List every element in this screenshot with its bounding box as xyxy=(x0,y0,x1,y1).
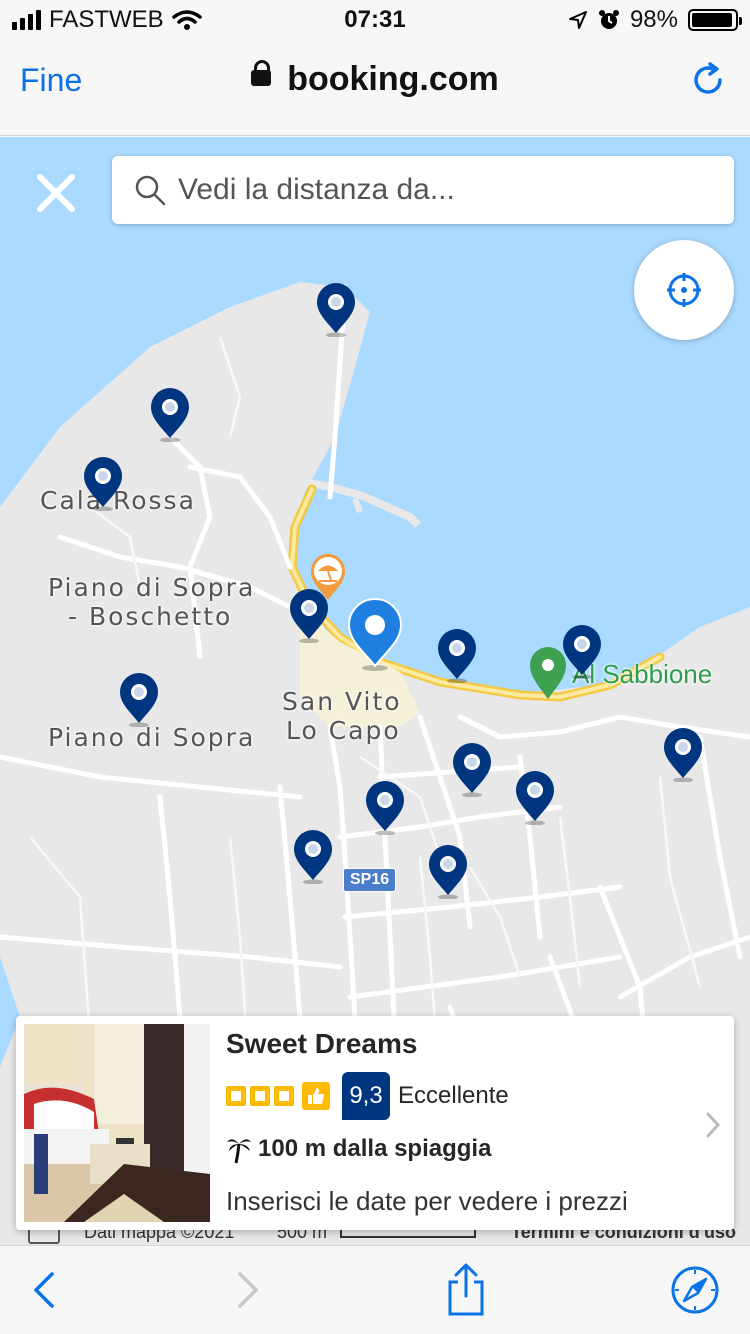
hotel-card[interactable]: Sweet Dreams 9,3 Eccellente 100 m dalla … xyxy=(16,1016,734,1230)
map-label-san-vito-2: Lo Capo xyxy=(286,716,401,745)
forward-button[interactable] xyxy=(218,1260,278,1320)
selected-map-pin-icon[interactable] xyxy=(346,597,404,671)
battery-percent: 98% xyxy=(629,6,678,33)
map-pin-icon[interactable] xyxy=(148,386,192,442)
thumbs-up-icon xyxy=(302,1082,330,1110)
back-icon xyxy=(34,1272,54,1308)
map-pin-icon[interactable] xyxy=(513,769,557,825)
browser-bar: Fine booking.com xyxy=(0,40,750,136)
map-pin-icon[interactable] xyxy=(81,455,125,511)
share-button[interactable] xyxy=(436,1260,496,1320)
status-bar: FASTWEB 07:31 98% xyxy=(0,0,750,40)
map-pin-icon[interactable] xyxy=(426,843,470,899)
star-icon xyxy=(226,1086,246,1106)
safari-button[interactable] xyxy=(665,1260,725,1320)
map-scale-bar xyxy=(340,1230,476,1238)
distance-search-input[interactable] xyxy=(178,173,718,207)
url-bar[interactable]: booking.com xyxy=(0,60,750,99)
map-pin-icon[interactable] xyxy=(117,671,161,727)
star-icon xyxy=(274,1086,294,1106)
location-arrow-icon xyxy=(568,11,587,29)
back-button[interactable] xyxy=(14,1260,74,1320)
review-score: 9,3 xyxy=(342,1072,390,1120)
locate-button[interactable] xyxy=(634,240,734,340)
rating-row: 9,3 Eccellente xyxy=(226,1072,509,1120)
review-score-word: Eccellente xyxy=(398,1082,509,1109)
share-icon xyxy=(448,1263,484,1316)
beach-distance-label: 100 m dalla spiaggia xyxy=(258,1135,492,1162)
chevron-right-icon[interactable] xyxy=(704,1110,722,1140)
map-pin-icon[interactable] xyxy=(287,587,331,643)
hotel-name[interactable]: Sweet Dreams xyxy=(226,1028,417,1060)
map-pin-icon[interactable] xyxy=(314,281,358,337)
battery-icon xyxy=(688,9,742,31)
map-label-piano-boschetto-1: Piano di Sopra xyxy=(48,573,256,602)
map-pin-icon[interactable] xyxy=(661,726,705,782)
reload-icon[interactable] xyxy=(688,60,728,100)
lock-icon xyxy=(251,60,272,87)
distance-search-box[interactable] xyxy=(112,156,734,224)
forward-icon xyxy=(238,1272,258,1308)
map-pin-icon[interactable] xyxy=(450,741,494,797)
hotel-photo[interactable] xyxy=(24,1024,210,1222)
battery-fill xyxy=(692,13,733,27)
status-right: 98% xyxy=(568,6,742,34)
map-label-san-vito-1: San Vito xyxy=(282,687,402,716)
browser-toolbar xyxy=(0,1245,750,1334)
map-pin-icon[interactable] xyxy=(560,623,604,679)
road-shield: SP16 xyxy=(343,868,397,892)
dates-hint: Inserisci le date per vedere i prezzi xyxy=(226,1186,628,1216)
close-icon[interactable] xyxy=(34,171,78,215)
star-icon xyxy=(250,1086,270,1106)
map-label-piano-boschetto-2: - Boschetto xyxy=(68,602,233,631)
crosshair-icon xyxy=(667,273,701,307)
map-pin-icon[interactable] xyxy=(363,779,407,835)
map-pin-icon[interactable] xyxy=(291,828,335,884)
palm-tree-icon xyxy=(227,1139,251,1164)
beach-distance: 100 m dalla spiaggia xyxy=(226,1134,491,1164)
map-pin-icon[interactable] xyxy=(435,627,479,683)
url-text: booking.com xyxy=(287,60,499,98)
search-icon xyxy=(135,175,166,206)
compass-icon xyxy=(671,1266,719,1314)
alarm-icon xyxy=(598,10,619,29)
map-label-piano-di-sopra: Piano di Sopra xyxy=(48,723,256,752)
